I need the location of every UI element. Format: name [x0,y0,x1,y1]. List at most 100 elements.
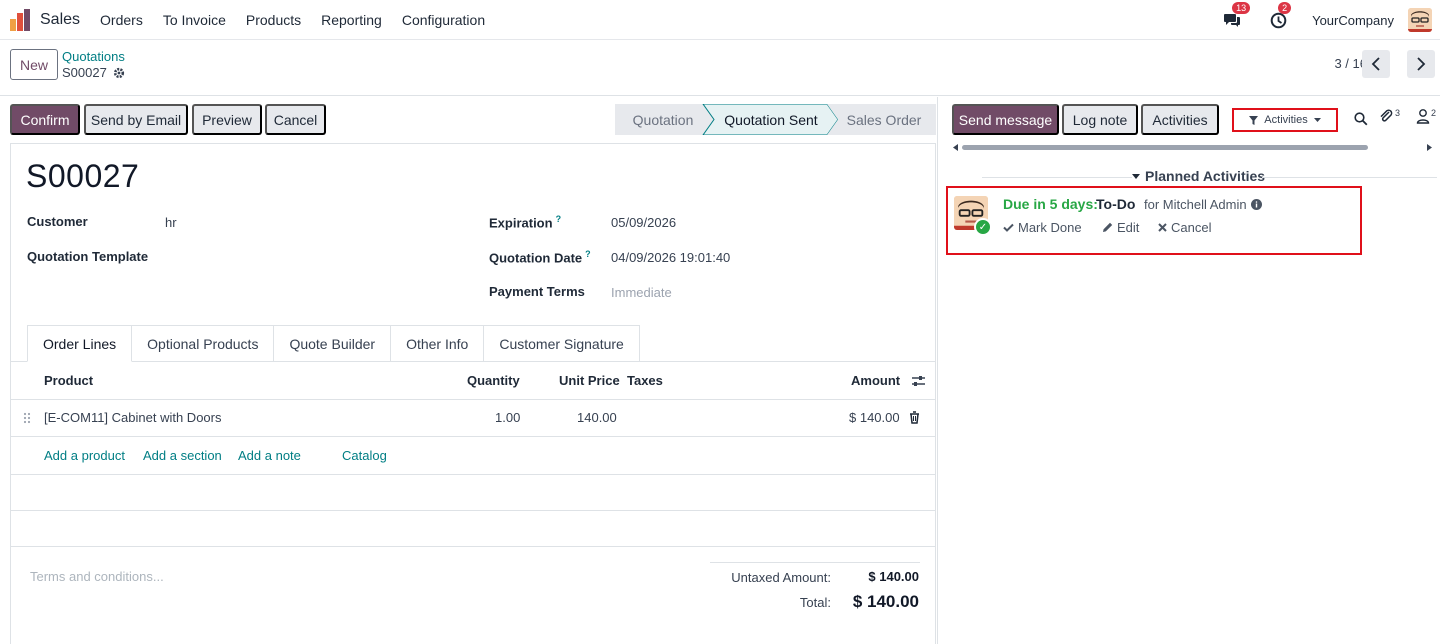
activities-badge: 2 [1278,2,1292,14]
expiration-help-icon[interactable]: ? [556,214,562,224]
sales-app-icon[interactable] [10,8,32,31]
add-section-link[interactable]: Add a section [143,448,222,463]
top-navbar: Sales Orders To Invoice Products Reporti… [0,0,1440,40]
breadcrumb-current-label: S00027 [62,65,107,80]
trash-icon[interactable] [909,411,920,424]
column-product[interactable]: Product [44,373,93,388]
attachments-button[interactable]: 3 [1378,108,1400,124]
cancel-activity-button[interactable]: Cancel [1158,220,1211,235]
filter-icon [1249,115,1259,125]
caret-down-icon [1313,118,1321,122]
row-product[interactable]: [E-COM11] Cabinet with Doors [44,410,222,425]
column-unit-price[interactable]: Unit Price [559,373,620,388]
stage-quotation-sent[interactable]: Quotation Sent [715,104,827,135]
total-value: $ 140.00 [852,592,919,611]
company-switcher[interactable]: YourCompany [1312,13,1394,28]
menu-configuration[interactable]: Configuration [402,12,485,28]
quotation-name: S00027 [26,158,140,194]
app-name[interactable]: Sales [40,11,80,29]
user-avatar[interactable] [1408,8,1432,32]
tab-other-info[interactable]: Other Info [391,325,485,362]
planned-divider-left [982,177,1132,178]
caret-down-icon [1132,173,1140,179]
stage-quotation[interactable]: Quotation [621,104,705,135]
untaxed-amount-label: Untaxed Amount: [731,570,831,585]
column-taxes[interactable]: Taxes [627,373,663,388]
activities-button[interactable]: 2 [1266,2,1292,32]
optional-columns-icon[interactable] [911,374,926,388]
tab-customer-signature[interactable]: Customer Signature [484,325,640,362]
edit-activity-button[interactable]: Edit [1102,220,1139,235]
chevron-right-icon [1417,57,1426,71]
row-unit-price[interactable]: 140.00 [577,410,617,425]
terms-and-conditions-field[interactable]: Terms and conditions... [30,569,164,584]
search-icon[interactable] [1354,112,1368,126]
info-icon[interactable] [1250,199,1262,210]
breadcrumb-quotations[interactable]: Quotations [62,49,125,64]
pager-previous-button[interactable] [1362,50,1390,78]
chatter-panel: Send message Log note Activities Activit… [937,97,1440,644]
preview-button[interactable]: Preview [192,104,262,135]
row-divider [11,436,935,437]
catalog-link[interactable]: Catalog [342,448,387,463]
quotation-date-label: Quotation Date? [489,249,591,265]
empty-row-divider-2 [11,546,935,547]
row-amount: $ 140.00 [849,410,900,425]
paperclip-icon [1380,109,1393,122]
log-note-button[interactable]: Log note [1062,104,1138,135]
activity-type: To-Do [1096,196,1136,212]
add-note-link[interactable]: Add a note [238,448,301,463]
column-amount[interactable]: Amount [851,373,900,388]
menu-reporting[interactable]: Reporting [321,12,382,28]
expiration-field[interactable]: 05/09/2026 [611,215,676,230]
payment-terms-field[interactable]: Immediate [611,285,672,300]
quotation-template-label: Quotation Template [27,249,149,264]
tab-optional-products[interactable]: Optional Products [132,325,275,362]
empty-row-divider-1 [11,510,935,511]
cancel-button[interactable]: Cancel [265,104,326,135]
chevron-left-icon [1371,57,1380,71]
quotation-date-label-text: Quotation Date [489,250,583,266]
column-quantity[interactable]: Quantity [467,373,520,388]
menu-products[interactable]: Products [246,12,301,28]
quotation-date-help-icon[interactable]: ? [585,249,591,259]
breadcrumb-current: S00027 [62,65,125,80]
followers-button[interactable]: 2 [1416,108,1436,124]
total-label: Total: [799,595,831,610]
row-quantity[interactable]: 1.00 [495,410,520,425]
tab-quote-builder[interactable]: Quote Builder [274,325,392,362]
user-icon [1416,109,1430,124]
pager-next-button[interactable] [1407,50,1435,78]
menu-orders[interactable]: Orders [100,12,143,28]
scroll-left-icon[interactable] [953,144,959,151]
scroll-right-icon[interactable] [1426,144,1432,151]
confirm-button[interactable]: Confirm [10,104,80,135]
check-icon [1003,223,1014,232]
messages-button[interactable]: 13 [1220,2,1251,32]
form-sheet: S00027 Customer hr Quotation Template Ex… [10,143,936,644]
activity-assignee-label: for Mitchell Admin [1144,197,1247,212]
followers-count: 2 [1431,108,1437,118]
customer-label: Customer [27,214,88,229]
stage-sales-order[interactable]: Sales Order [839,104,929,135]
send-by-email-button[interactable]: Send by Email [84,104,188,135]
chatter-activities-button[interactable]: Activities [1141,104,1219,135]
planned-activities-toggle[interactable]: Planned Activities [1132,168,1265,184]
cancel-activity-label: Cancel [1171,220,1212,235]
quotation-date-field[interactable]: 04/09/2026 19:01:40 [611,250,730,265]
menu-to-invoice[interactable]: To Invoice [163,12,226,28]
send-message-button[interactable]: Send message [952,104,1059,135]
tab-order-lines[interactable]: Order Lines [27,325,133,362]
planned-divider-right [1262,177,1437,178]
customer-field[interactable]: hr [165,215,177,230]
horizontal-scrollbar[interactable] [962,145,1368,150]
gear-icon[interactable] [113,67,125,79]
untaxed-amount-value: $ 140.00 [868,569,919,584]
drag-handle-icon[interactable] [23,412,31,424]
mark-done-button[interactable]: Mark Done [1003,220,1082,235]
expiration-label-text: Expiration [489,215,553,231]
activities-filter-dropdown[interactable]: Activities [1232,108,1338,132]
add-product-link[interactable]: Add a product [44,448,125,463]
new-button[interactable]: New [10,49,58,80]
edit-activity-label: Edit [1117,220,1140,235]
